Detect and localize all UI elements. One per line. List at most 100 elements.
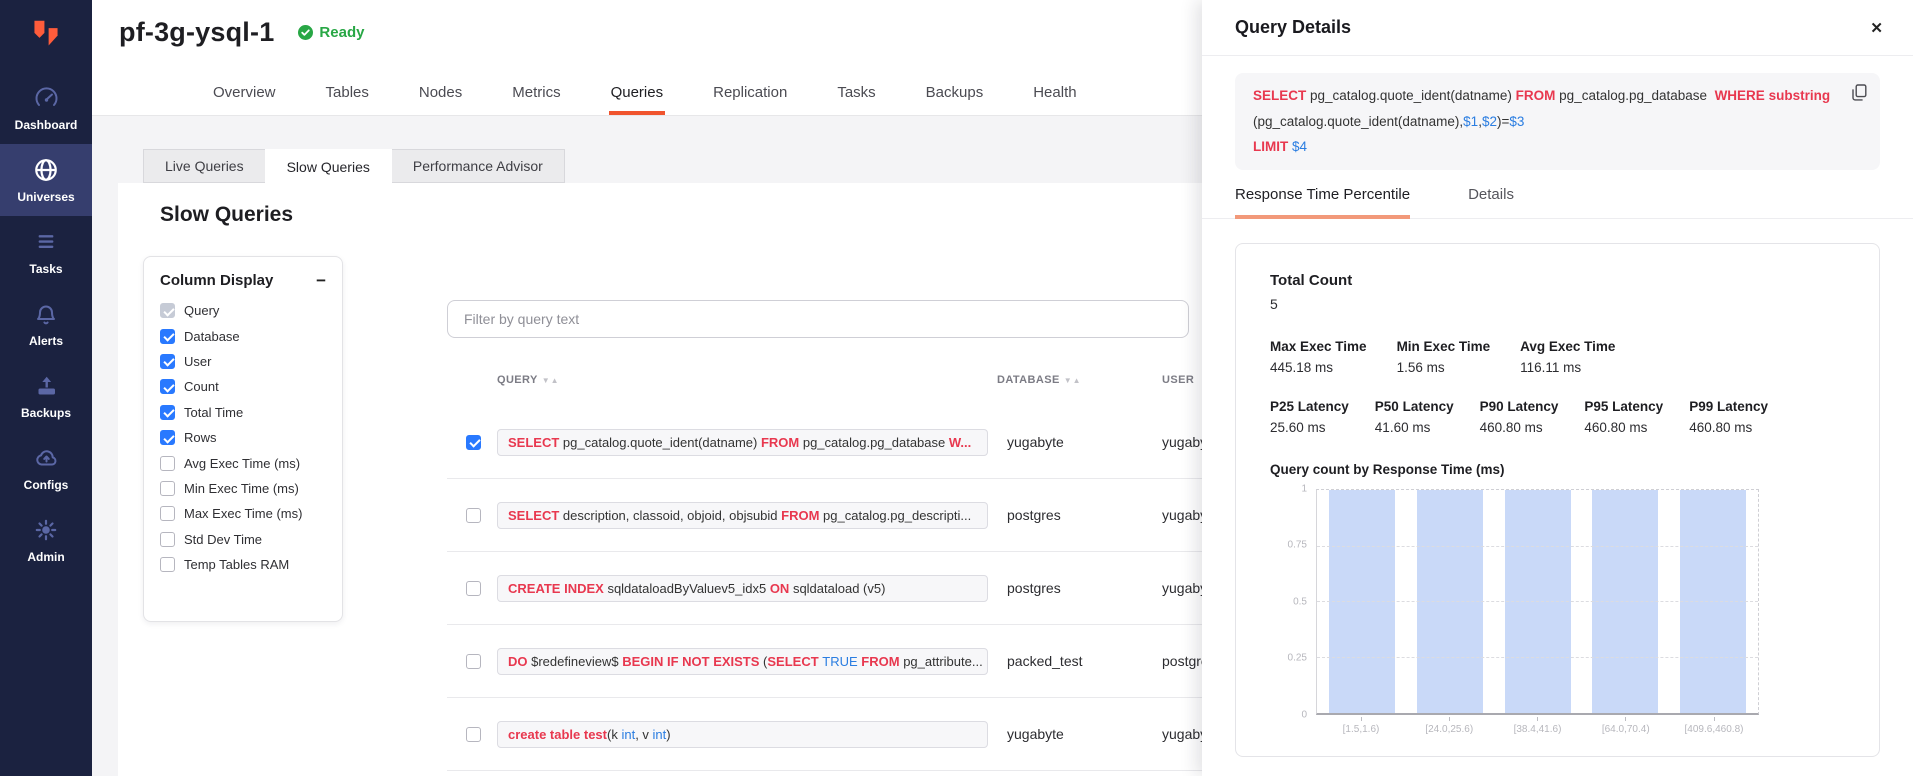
checkbox[interactable] <box>160 430 175 445</box>
sidebar-item-tasks[interactable]: Tasks <box>0 216 92 288</box>
sql-token: int <box>621 727 635 742</box>
gear-icon <box>34 517 58 543</box>
sql-token: ) <box>666 727 670 742</box>
checkbox[interactable] <box>160 379 175 394</box>
sql-token: , v <box>635 727 652 742</box>
sidebar-item-configs[interactable]: Configs <box>0 432 92 504</box>
column-checkbox-avg-exec-time-ms[interactable]: Avg Exec Time (ms) <box>160 450 326 475</box>
column-header-user[interactable]: USER <box>1162 374 1194 386</box>
yugabyte-logo[interactable] <box>0 0 92 72</box>
column-header-database[interactable]: DATABASE▼▲ <box>997 374 1082 386</box>
query-cell[interactable]: SELECT pg_catalog.quote_ident(datname) F… <box>497 429 988 456</box>
tab-tables[interactable]: Tables <box>324 74 371 115</box>
sql-token: sqldataload (v5) <box>793 581 886 596</box>
column-checkbox-database[interactable]: Database <box>160 323 326 348</box>
checkbox[interactable] <box>160 506 175 521</box>
globe-icon <box>33 157 59 183</box>
column-checkbox-temp-tables-ram[interactable]: Temp Tables RAM <box>160 552 326 577</box>
sql-token: TRUE <box>822 654 861 669</box>
tab-backups[interactable]: Backups <box>924 74 986 115</box>
column-checkbox-max-exec-time-ms[interactable]: Max Exec Time (ms) <box>160 501 326 526</box>
stat-value: 460.80 ms <box>1480 420 1559 435</box>
checkbox[interactable] <box>160 532 175 547</box>
x-tick-label: [1.5,1.6) <box>1328 717 1394 735</box>
sidebar-item-backups[interactable]: Backups <box>0 360 92 432</box>
tab-response-time-percentile[interactable]: Response Time Percentile <box>1235 186 1410 219</box>
tab-metrics[interactable]: Metrics <box>510 74 562 115</box>
query-cell[interactable]: DO $redefineview$ BEGIN IF NOT EXISTS (S… <box>497 648 988 675</box>
column-checkbox-min-exec-time-ms[interactable]: Min Exec Time (ms) <box>160 476 326 501</box>
checkbox-label: User <box>184 354 211 369</box>
stat-value: 116.11 ms <box>1520 360 1615 375</box>
stat-value: 445.18 ms <box>1270 360 1367 375</box>
row-checkbox[interactable] <box>466 508 481 523</box>
sql-token: SELECT <box>767 654 822 669</box>
sidebar-item-label: Universes <box>17 190 74 204</box>
checkbox[interactable] <box>160 456 175 471</box>
checkbox[interactable] <box>160 405 175 420</box>
row-checkbox[interactable] <box>466 581 481 596</box>
query-cell[interactable]: SELECT description, classoid, objoid, ob… <box>497 502 988 529</box>
check-circle-icon <box>298 25 313 40</box>
sidebar-item-admin[interactable]: Admin <box>0 504 92 576</box>
column-checkbox-user[interactable]: User <box>160 349 326 374</box>
gridline <box>1317 601 1758 602</box>
stat-label: P99 Latency <box>1689 399 1768 414</box>
chart-plot-area <box>1316 489 1759 715</box>
column-checkbox-total-time[interactable]: Total Time <box>160 400 326 425</box>
stat-label: Max Exec Time <box>1270 339 1367 354</box>
y-tick-label: 0.75 <box>1288 540 1307 551</box>
row-checkbox[interactable] <box>466 727 481 742</box>
query-details-tabs: Response Time Percentile Details <box>1202 186 1913 219</box>
checkbox[interactable] <box>160 303 175 318</box>
row-checkbox[interactable] <box>466 435 481 450</box>
column-checkbox-std-dev-time[interactable]: Std Dev Time <box>160 527 326 552</box>
sidebar-item-universes[interactable]: Universes <box>0 144 92 216</box>
close-icon[interactable]: ✕ <box>1870 19 1883 37</box>
sql-token: ON <box>770 581 793 596</box>
checkbox-label: Rows <box>184 430 217 445</box>
sql-token: sqldataloadByValuev5_idx5 <box>607 581 769 596</box>
query-cell[interactable]: CREATE INDEX sqldataloadByValuev5_idx5 O… <box>497 575 988 602</box>
column-checkbox-query[interactable]: Query <box>160 298 326 323</box>
column-header-query[interactable]: QUERY▼▲ <box>497 374 560 386</box>
sidebar-item-label: Tasks <box>29 262 62 276</box>
upload-tray-icon <box>34 373 59 399</box>
checkbox-label: Temp Tables RAM <box>184 557 289 572</box>
subtab-live-queries[interactable]: Live Queries <box>143 149 266 183</box>
checkbox[interactable] <box>160 557 175 572</box>
sql-token: $2 <box>1482 114 1497 129</box>
sidebar-item-alerts[interactable]: Alerts <box>0 288 92 360</box>
stat-value: 460.80 ms <box>1584 420 1663 435</box>
query-filter-input[interactable] <box>447 300 1189 338</box>
sql-token: $1 <box>1463 114 1478 129</box>
sql-token: description, classoid, objoid, objsubid <box>563 508 781 523</box>
database-cell: postgres <box>1007 580 1162 596</box>
checkbox-label: Total Time <box>184 405 243 420</box>
tab-tasks[interactable]: Tasks <box>835 74 877 115</box>
row-checkbox[interactable] <box>466 654 481 669</box>
column-checkbox-count[interactable]: Count <box>160 374 326 399</box>
stat-min-exec-time: Min Exec Time1.56 ms <box>1397 339 1491 375</box>
checkbox[interactable] <box>160 329 175 344</box>
tab-nodes[interactable]: Nodes <box>417 74 464 115</box>
copy-icon[interactable] <box>1852 84 1867 110</box>
tab-health[interactable]: Health <box>1031 74 1078 115</box>
sidebar-item-dashboard[interactable]: Dashboard <box>0 72 92 144</box>
gridline <box>1317 546 1758 547</box>
tab-overview[interactable]: Overview <box>211 74 278 115</box>
tab-details[interactable]: Details <box>1468 186 1514 218</box>
checkbox-label: Query <box>184 303 219 318</box>
checkbox[interactable] <box>160 354 175 369</box>
subtab-slow-queries[interactable]: Slow Queries <box>265 149 392 184</box>
checkbox-label: Avg Exec Time (ms) <box>184 456 300 471</box>
status-label: Ready <box>319 24 364 41</box>
collapse-icon[interactable]: − <box>316 272 326 289</box>
subtab-performance-advisor[interactable]: Performance Advisor <box>391 149 565 183</box>
tab-replication[interactable]: Replication <box>711 74 789 115</box>
checkbox[interactable] <box>160 481 175 496</box>
tab-queries[interactable]: Queries <box>609 74 666 115</box>
column-checkbox-rows[interactable]: Rows <box>160 425 326 450</box>
sql-line: (pg_catalog.quote_ident(datname),$1,$2)=… <box>1253 109 1832 135</box>
query-cell[interactable]: create table test(k int, v int) <box>497 721 988 748</box>
